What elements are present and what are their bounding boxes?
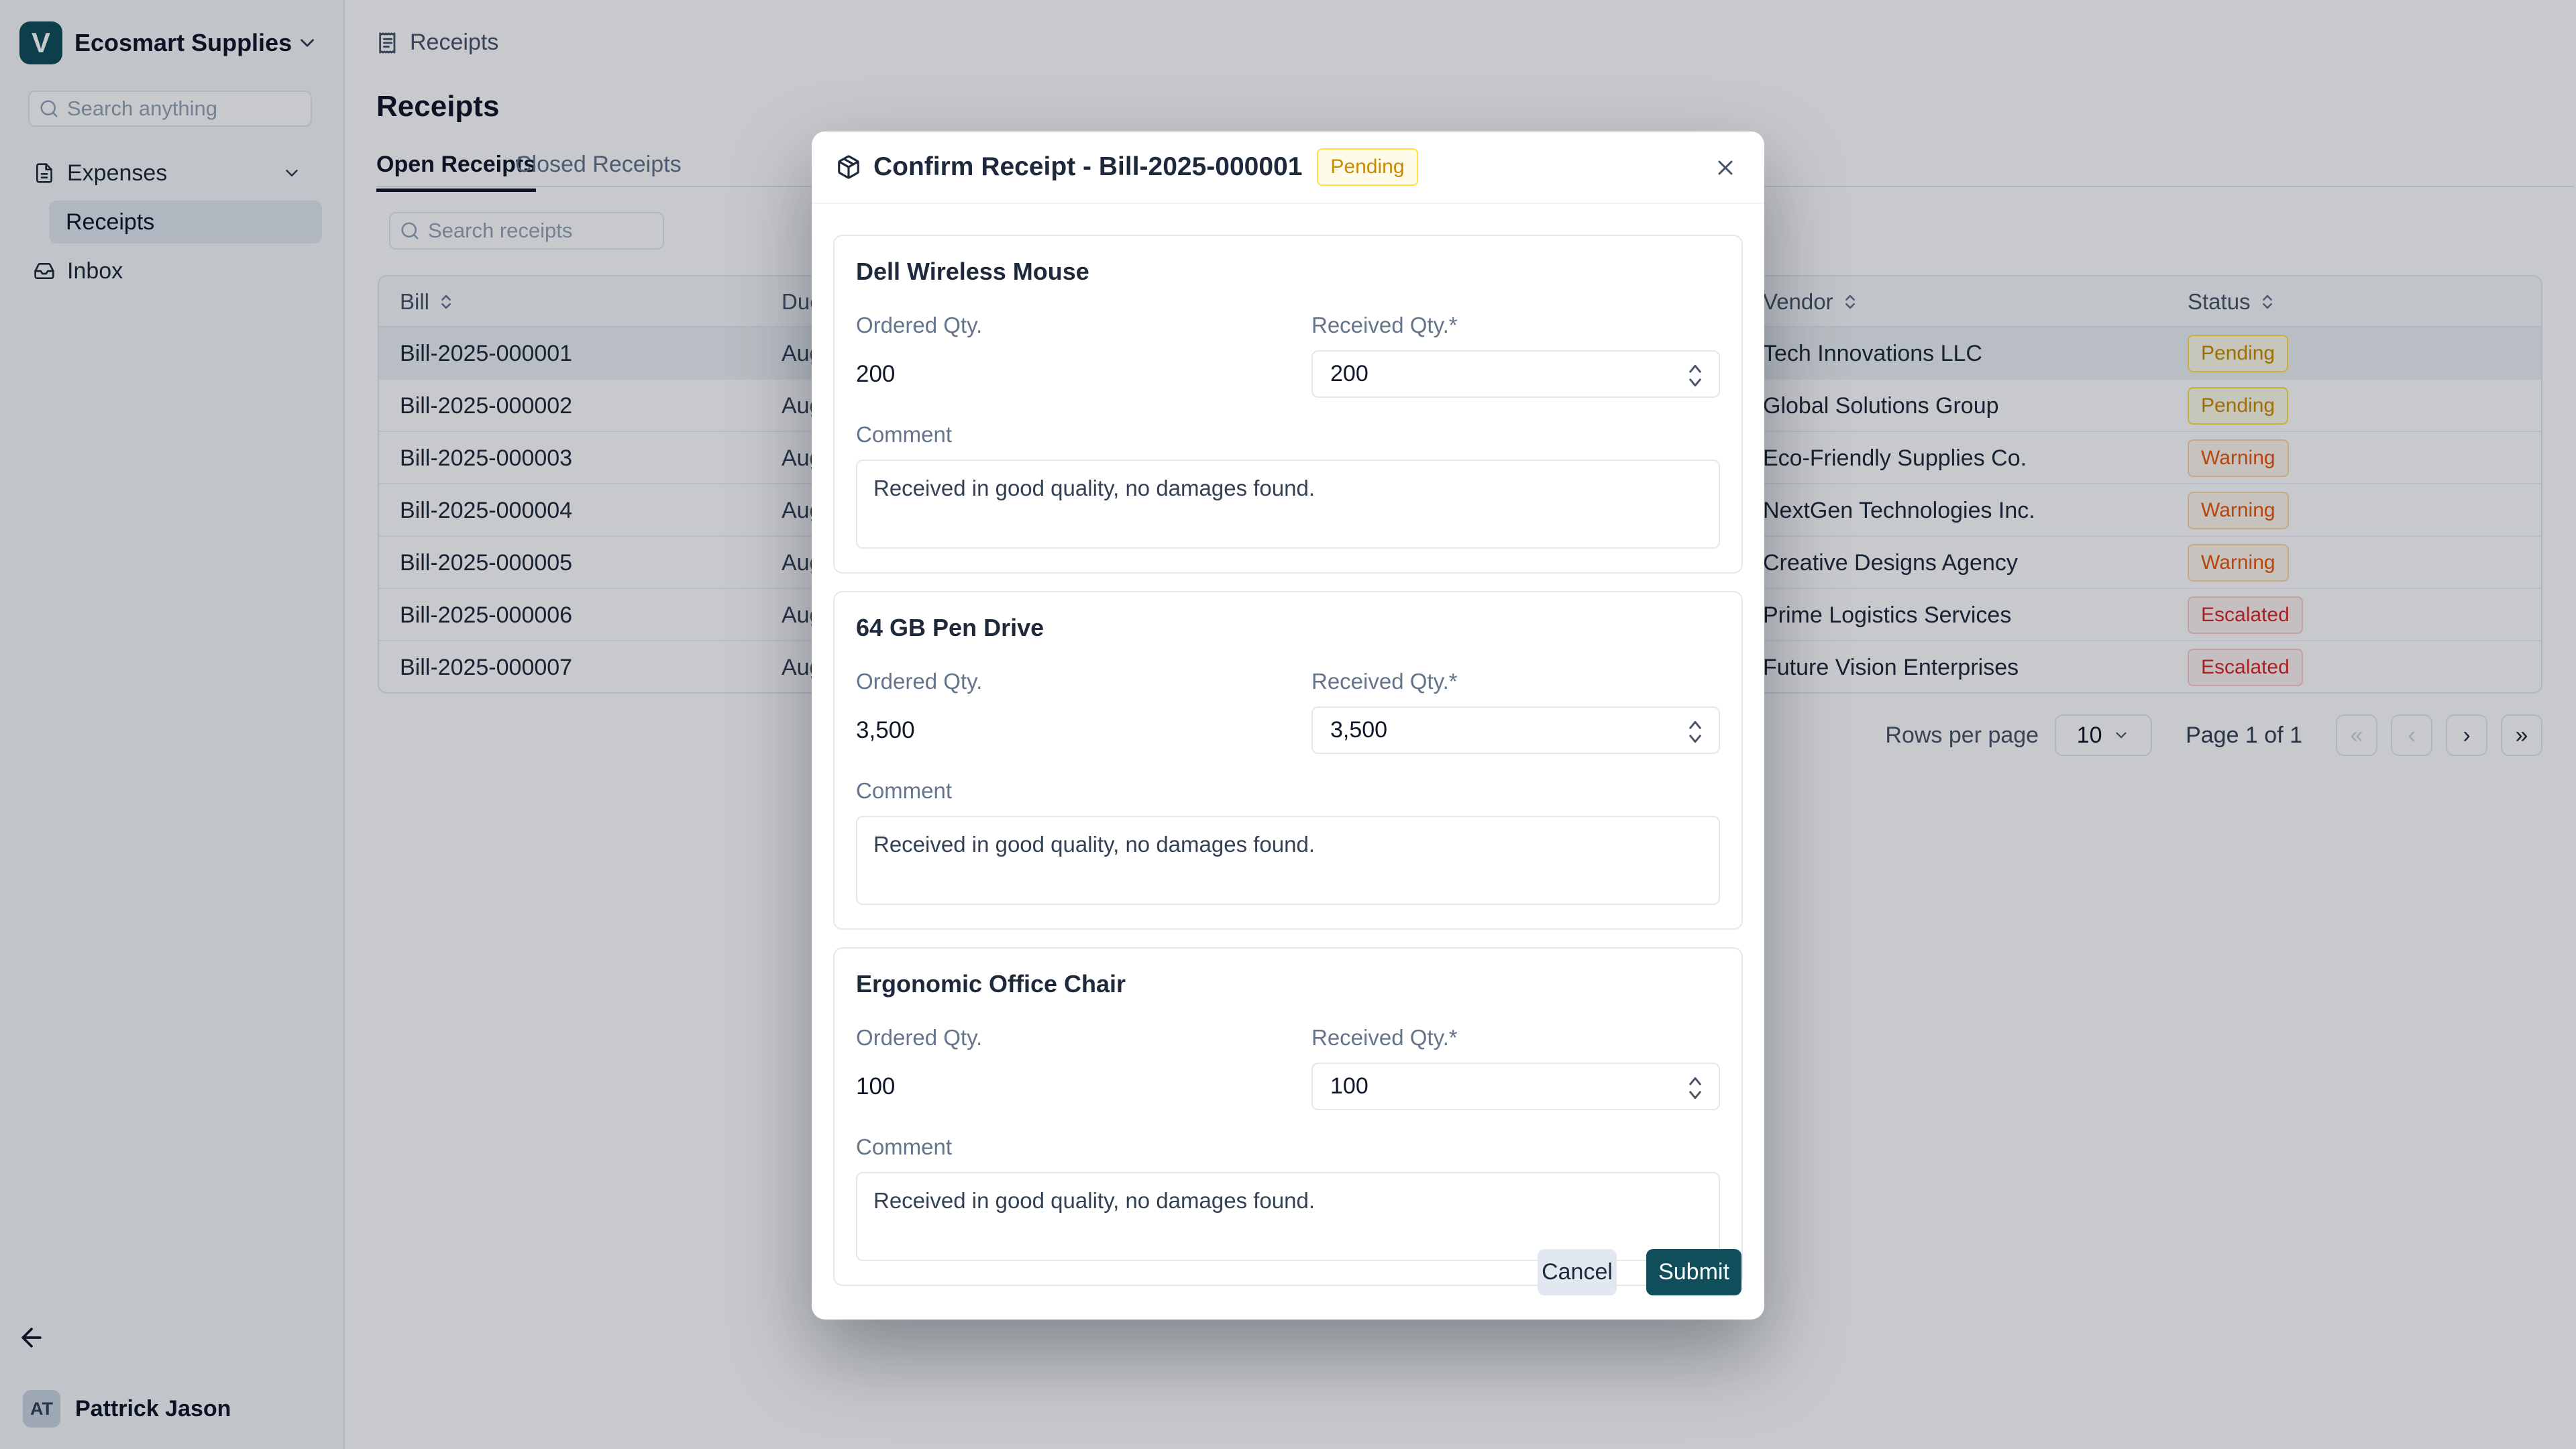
item-name: Dell Wireless Mouse bbox=[856, 258, 1720, 286]
cancel-button[interactable]: Cancel bbox=[1538, 1249, 1617, 1295]
received-qty-label: Received Qty.* bbox=[1311, 669, 1720, 694]
comment-label: Comment bbox=[856, 778, 1720, 804]
status-badge: Pending bbox=[1317, 148, 1417, 186]
comment-label: Comment bbox=[856, 1134, 1720, 1160]
received-qty-label: Received Qty.* bbox=[1311, 1025, 1720, 1051]
received-qty-input[interactable] bbox=[1311, 706, 1720, 754]
ordered-qty-label: Ordered Qty. bbox=[856, 669, 1311, 694]
ordered-qty-label: Ordered Qty. bbox=[856, 1025, 1311, 1051]
stepper-icon[interactable] bbox=[1685, 717, 1705, 747]
ordered-qty-value: 200 bbox=[856, 350, 1311, 398]
received-qty-label: Received Qty.* bbox=[1311, 313, 1720, 338]
line-item-card: 64 GB Pen Drive Ordered Qty. 3,500 Recei… bbox=[833, 591, 1743, 930]
item-name: Ergonomic Office Chair bbox=[856, 970, 1720, 998]
dialog-body: Dell Wireless Mouse Ordered Qty. 200 Rec… bbox=[812, 204, 1764, 1303]
received-qty-field[interactable] bbox=[1313, 708, 1719, 753]
dialog-header: Confirm Receipt - Bill-2025-000001 Pendi… bbox=[812, 131, 1764, 204]
ordered-qty-value: 3,500 bbox=[856, 706, 1311, 754]
ordered-qty-label: Ordered Qty. bbox=[856, 313, 1311, 338]
dialog-title: Confirm Receipt - Bill-2025-000001 bbox=[873, 152, 1302, 182]
received-qty-field[interactable] bbox=[1313, 1064, 1719, 1109]
submit-button[interactable]: Submit bbox=[1646, 1249, 1741, 1295]
dialog-footer: Cancel Submit bbox=[1538, 1249, 1741, 1295]
received-qty-input[interactable] bbox=[1311, 350, 1720, 398]
close-icon bbox=[1713, 156, 1737, 180]
item-name: 64 GB Pen Drive bbox=[856, 614, 1720, 642]
comment-textarea[interactable]: Received in good quality, no damages fou… bbox=[856, 1172, 1720, 1261]
comment-textarea[interactable]: Received in good quality, no damages fou… bbox=[856, 816, 1720, 905]
package-icon bbox=[836, 154, 861, 180]
ordered-qty-value: 100 bbox=[856, 1063, 1311, 1110]
line-item-card: Dell Wireless Mouse Ordered Qty. 200 Rec… bbox=[833, 235, 1743, 574]
stepper-icon[interactable] bbox=[1685, 361, 1705, 390]
comment-textarea[interactable]: Received in good quality, no damages fou… bbox=[856, 460, 1720, 549]
close-button[interactable] bbox=[1711, 153, 1740, 182]
received-qty-field[interactable] bbox=[1313, 352, 1719, 396]
comment-label: Comment bbox=[856, 422, 1720, 447]
received-qty-input[interactable] bbox=[1311, 1063, 1720, 1110]
confirm-receipt-dialog: Confirm Receipt - Bill-2025-000001 Pendi… bbox=[812, 131, 1764, 1320]
stepper-icon[interactable] bbox=[1685, 1073, 1705, 1103]
line-item-card: Ergonomic Office Chair Ordered Qty. 100 … bbox=[833, 947, 1743, 1286]
